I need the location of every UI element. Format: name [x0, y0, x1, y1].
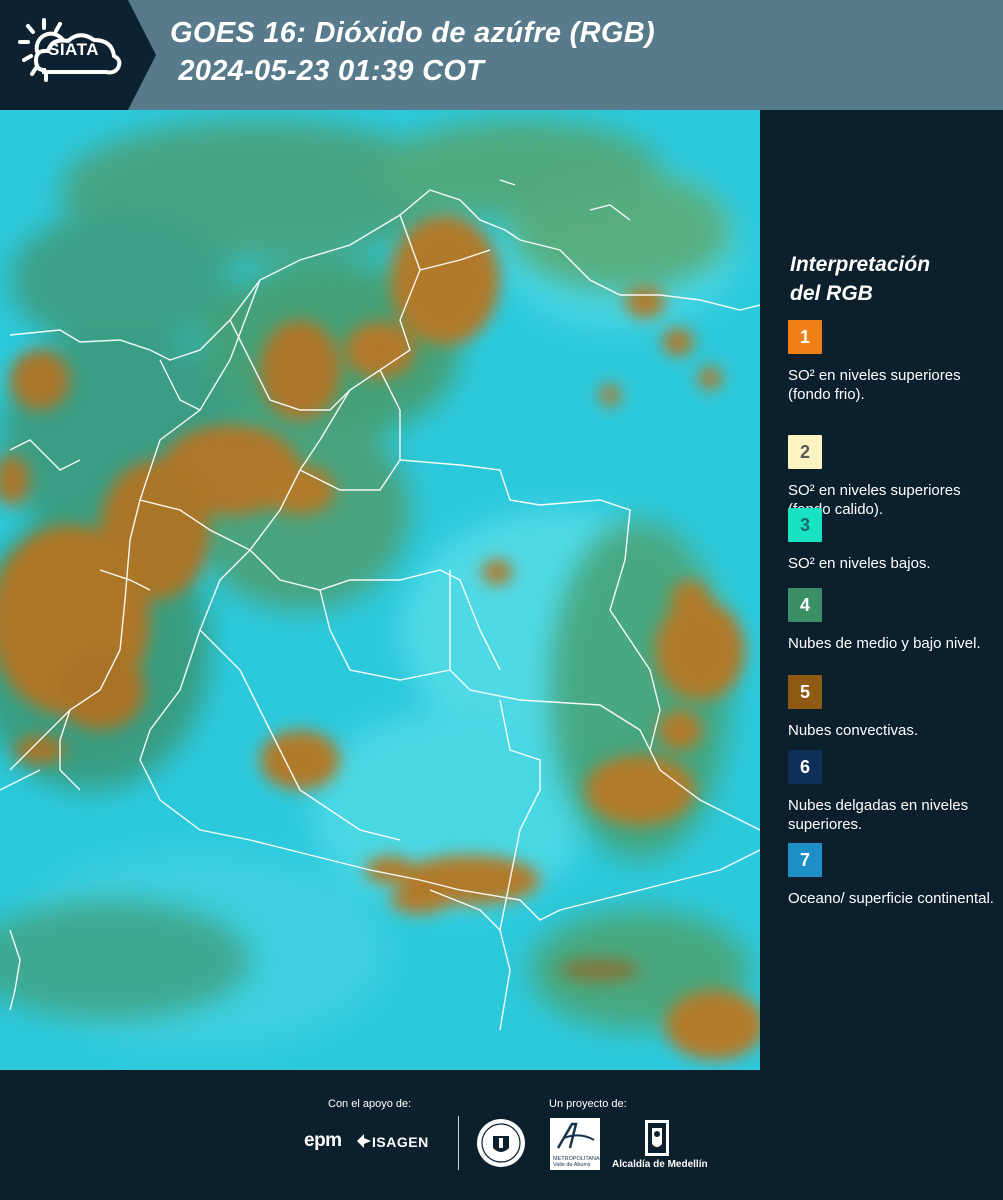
isagen-logo[interactable]: ISAGEN	[372, 1134, 429, 1150]
satellite-map[interactable]	[0, 110, 760, 1070]
isagen-mark-icon	[357, 1134, 371, 1148]
legend-title-line-2: del RGB	[790, 282, 873, 305]
legend-item-3: 3 SO² en niveles bajos.	[788, 508, 998, 573]
legend-swatch-7: 7	[788, 843, 822, 877]
university-seal-icon[interactable]	[476, 1118, 526, 1168]
area-script-icon	[556, 1122, 595, 1149]
legend-item-5: 5 Nubes convectivas.	[788, 675, 998, 740]
logo-chevron	[128, 0, 156, 110]
legend-swatch-5: 5	[788, 675, 822, 709]
footer-divider	[458, 1116, 459, 1170]
siata-logo-text: SIATA	[48, 40, 99, 59]
alcaldia-label[interactable]: Alcaldía de Medellín	[612, 1159, 708, 1170]
legend-item-4: 4 Nubes de medio y bajo nivel.	[788, 588, 998, 653]
legend-label-4: Nubes de medio y bajo nivel.	[788, 635, 981, 652]
legend-item-2: 2 SO² en niveles superiores (fondo calido…	[788, 435, 998, 519]
legend-swatch-3: 3	[788, 508, 822, 542]
project-label: Un proyecto de:	[549, 1098, 627, 1110]
legend-item-1: 1 SO² en niveles superiores (fondo frio).	[788, 320, 998, 404]
page-title: GOES 16: Dióxido de azúfre (RGB) 2024-05…	[170, 14, 655, 90]
header-bar: SIATA GOES 16: Dióxido de azúfre (RGB) 2…	[0, 0, 1003, 110]
legend-label-3: SO² en niveles bajos.	[788, 555, 931, 572]
legend-label-6: Nubes delgadas en niveles superiores.	[788, 797, 969, 833]
footer: Con el apoyo de: Un proyecto de: epm ISA…	[0, 1070, 1003, 1200]
area-metropolitana-text: METROPOLITANA Valle de Aburrá	[553, 1156, 600, 1168]
legend-swatch-2: 2	[788, 435, 822, 469]
alcaldia-shield-icon[interactable]	[643, 1118, 671, 1158]
title-line-2: 2024-05-23 01:39 COT	[170, 55, 485, 87]
title-line-1: GOES 16: Dióxido de azúfre (RGB)	[170, 17, 655, 49]
legend-swatch-4: 4	[788, 588, 822, 622]
legend-title: Interpretación del RGB	[790, 250, 930, 308]
siata-logo[interactable]: SIATA	[0, 0, 128, 110]
epm-logo[interactable]: epm	[304, 1130, 342, 1152]
legend-item-7: 7 Oceano/ superficie continental.	[788, 843, 998, 908]
satellite-image	[0, 110, 760, 1070]
area-text-line-2: Valle de Aburrá	[553, 1162, 591, 1168]
legend-label-1: SO² en niveles superiores (fondo frio).	[788, 367, 961, 403]
legend-swatch-6: 6	[788, 750, 822, 784]
support-label: Con el apoyo de:	[328, 1098, 412, 1110]
legend-swatch-1: 1	[788, 320, 822, 354]
legend-label-5: Nubes convectivas.	[788, 722, 919, 739]
rgb-legend: Interpretación del RGB 1 SO² en niveles s…	[760, 110, 1003, 1070]
legend-item-6: 6 Nubes delgadas en niveles superiores.	[788, 750, 998, 834]
legend-label-7: Oceano/ superficie continental.	[788, 890, 994, 907]
legend-title-line-1: Interpretación	[790, 253, 931, 276]
